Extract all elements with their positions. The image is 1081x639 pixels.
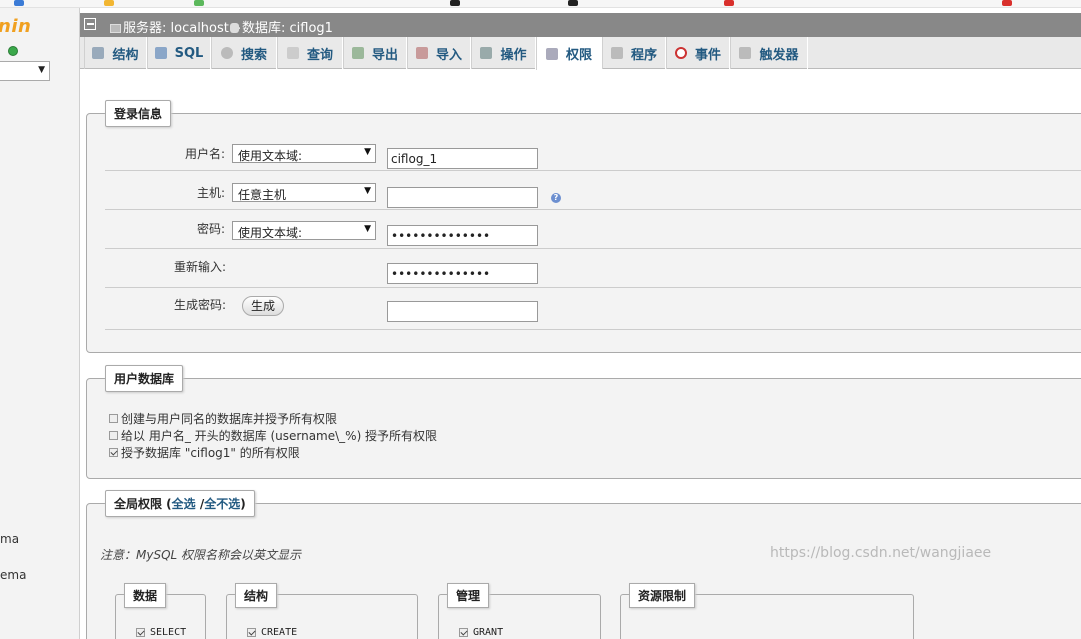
host-label: 主机:: [197, 186, 226, 200]
tab-bar: 结构 SQL 搜索 查询 导出 导入 操作 权限 程序 事件 触发器: [80, 37, 1081, 70]
sidebar-db-item[interactable]: ma: [0, 532, 19, 546]
tab-search[interactable]: 搜索: [211, 37, 277, 69]
export-icon: [351, 47, 364, 59]
password-label: 密码:: [197, 222, 226, 236]
breadcrumb-server[interactable]: 服务器: localhost »: [110, 17, 241, 36]
tab-sql[interactable]: SQL: [147, 37, 211, 69]
bookmark-icon[interactable]: [568, 0, 578, 6]
import-icon: [415, 47, 428, 59]
group-title: 结构: [235, 583, 278, 608]
breadcrumb-database[interactable]: 数据库: ciflog1: [230, 17, 333, 36]
password-row: 密码: 使用文本域: ▼ ••••••••••••••: [105, 210, 1081, 249]
trigger-icon: [739, 47, 752, 59]
bookmark-icon[interactable]: [104, 0, 114, 6]
login-info-fieldset: 登录信息 用户名: 使用文本域: ▼ ciflog_1 主机: 任意主机 ▼ ? 密…: [86, 100, 1081, 353]
privileges-icon: [545, 47, 558, 60]
wrench-icon: [480, 47, 493, 59]
navigation-sidebar: nin ▼ ma ema: [0, 8, 80, 639]
query-icon: [286, 47, 299, 59]
browser-bookmarks-bar: [0, 0, 1081, 8]
username-label: 用户名:: [185, 147, 226, 161]
host-input[interactable]: [387, 187, 538, 208]
global-privileges-legend: 全局权限 (全选 /全不选): [105, 490, 255, 517]
create-db-option[interactable]: 创建与用户同名的数据库并授予所有权限: [109, 410, 337, 427]
structure-icon: [92, 47, 105, 59]
checkbox-checked[interactable]: [109, 448, 118, 457]
sidebar-db-item[interactable]: ema: [0, 568, 26, 582]
checkbox-checked[interactable]: [136, 628, 145, 637]
tab-query[interactable]: 查询: [277, 37, 343, 69]
retype-input[interactable]: ••••••••••••••: [387, 263, 538, 284]
breadcrumb-bar: 服务器: localhost » 数据库: ciflog1: [80, 13, 1081, 37]
sql-icon: [154, 47, 167, 59]
tab-routines[interactable]: 程序: [602, 37, 666, 69]
login-info-legend: 登录信息: [105, 100, 172, 127]
user-database-legend: 用户数据库: [105, 365, 184, 392]
help-icon[interactable]: ?: [551, 193, 561, 203]
grant-db-option[interactable]: 授予数据库 "ciflog1" 的所有权限: [109, 444, 300, 461]
data-privileges-group: 数据 SELECT: [115, 583, 206, 639]
resource-limits-group: 资源限制: [620, 583, 914, 639]
database-icon: [230, 23, 239, 33]
routines-icon: [610, 47, 623, 59]
chevron-down-icon: ▼: [364, 186, 371, 196]
generated-password-input[interactable]: [387, 301, 538, 322]
bookmark-icon[interactable]: [194, 0, 204, 6]
tab-structure[interactable]: 结构: [84, 37, 147, 69]
privilege-grant[interactable]: GRANT: [459, 627, 503, 638]
username-row: 用户名: 使用文本域: ▼ ciflog_1: [105, 132, 1081, 171]
chevron-down-icon: ▼: [364, 147, 371, 157]
privilege-note: 注意：MySQL 权限名称会以英文显示: [100, 548, 302, 562]
privilege-create[interactable]: CREATE: [247, 627, 297, 638]
user-database-fieldset: 用户数据库 创建与用户同名的数据库并授予所有权限 给以 用户名_ 开头的数据库 …: [86, 365, 1081, 479]
server-icon: [110, 24, 121, 33]
bookmark-icon[interactable]: [724, 0, 734, 6]
chevron-down-icon: ▼: [364, 224, 371, 234]
clock-icon: [674, 47, 687, 59]
group-title: 管理: [447, 583, 490, 608]
tab-operations[interactable]: 操作: [471, 37, 536, 69]
checkbox-checked[interactable]: [459, 628, 468, 637]
admin-privileges-group: 管理 GRANT: [438, 583, 601, 639]
checkbox[interactable]: [109, 414, 118, 423]
checkbox[interactable]: [109, 431, 118, 440]
retype-label: 重新输入:: [174, 260, 227, 274]
username-mode-select[interactable]: 使用文本域: ▼: [232, 144, 376, 163]
host-row: 主机: 任意主机 ▼ ?: [105, 171, 1081, 210]
password-input[interactable]: ••••••••••••••: [387, 225, 538, 246]
checkbox-checked[interactable]: [247, 628, 256, 637]
tab-import[interactable]: 导入: [407, 37, 471, 69]
collapse-icon[interactable]: [84, 18, 96, 30]
search-icon: [220, 47, 233, 59]
bookmark-icon[interactable]: [14, 0, 24, 6]
privilege-select[interactable]: SELECT: [136, 627, 186, 638]
tab-privileges[interactable]: 权限: [536, 37, 602, 70]
select-none-link[interactable]: 全不选: [204, 497, 240, 511]
recent-tables-select[interactable]: ▼: [0, 61, 50, 81]
generate-password-row: 生成密码: 生成: [105, 288, 1081, 330]
host-mode-select[interactable]: 任意主机 ▼: [232, 183, 376, 202]
watermark-text: https://blog.csdn.net/wangjiaee: [770, 545, 992, 561]
structure-privileges-group: 结构 CREATE: [226, 583, 418, 639]
phpmyadmin-logo[interactable]: nin: [0, 16, 31, 37]
group-title: 数据: [124, 583, 167, 608]
generate-password-label: 生成密码:: [174, 298, 227, 312]
chevron-down-icon: ▼: [38, 65, 45, 75]
password-mode-select[interactable]: 使用文本域: ▼: [232, 221, 376, 240]
bookmark-icon[interactable]: [450, 0, 460, 6]
tab-triggers[interactable]: 触发器: [730, 37, 808, 69]
retype-row: 重新输入: ••••••••••••••: [105, 249, 1081, 288]
group-title: 资源限制: [629, 583, 696, 608]
username-input[interactable]: ciflog_1: [387, 148, 538, 169]
tab-events[interactable]: 事件: [666, 37, 730, 69]
bookmark-icon[interactable]: [1002, 0, 1012, 6]
reload-icon[interactable]: [8, 46, 18, 56]
select-all-link[interactable]: 全选: [172, 497, 196, 511]
wildcard-db-option[interactable]: 给以 用户名_ 开头的数据库 (username\_%) 授予所有权限: [109, 427, 437, 444]
tab-export[interactable]: 导出: [343, 37, 407, 69]
generate-password-button[interactable]: 生成: [242, 296, 285, 316]
